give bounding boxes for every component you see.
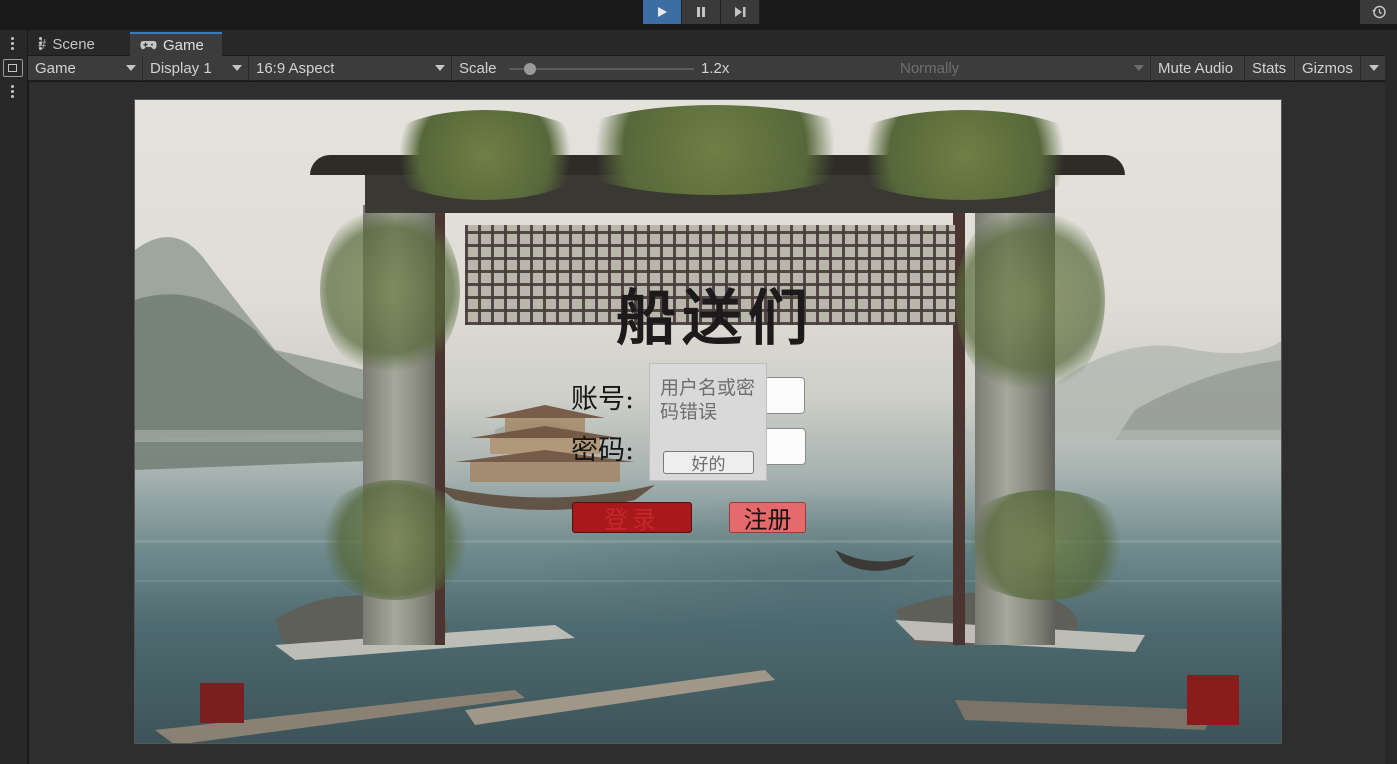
gamepad-icon <box>140 40 157 49</box>
dialog-ok-button[interactable]: 好的 <box>663 451 754 475</box>
tab-scene-label: Scene <box>52 35 95 53</box>
panel-menu-icon[interactable] <box>3 34 21 52</box>
step-button[interactable] <box>721 0 760 24</box>
chevron-down-icon <box>1369 65 1379 71</box>
password-label: 密码: <box>571 435 635 466</box>
gizmos-label: Gizmos <box>1302 60 1353 77</box>
history-button[interactable] <box>1360 0 1397 24</box>
game-view-dropdown[interactable]: Game <box>28 56 143 81</box>
scale-label: Scale <box>459 60 497 77</box>
foliage <box>555 105 875 195</box>
tab-game-label: Game <box>163 36 204 54</box>
tab-menu-icon[interactable] <box>31 34 49 52</box>
right-gutter <box>1385 30 1397 764</box>
scale-slider-handle[interactable] <box>524 63 536 75</box>
chevron-down-icon <box>126 65 136 71</box>
aspect-dropdown-label: 16:9 Aspect <box>256 60 335 77</box>
chevron-down-icon <box>232 65 242 71</box>
toolbar-menu-icon[interactable] <box>3 82 21 100</box>
maximize-icon[interactable] <box>3 59 23 77</box>
play-mode-dropdown[interactable]: Normally <box>893 56 1151 81</box>
boat-right <box>835 550 915 571</box>
error-dialog: 用户名或密码错误 好的 <box>649 363 767 481</box>
history-icon <box>1371 5 1386 19</box>
register-button[interactable]: 注册 <box>729 502 806 534</box>
left-toolbar-strip <box>0 30 28 764</box>
play-mode-dropdown-label: Normally <box>900 60 960 77</box>
error-dialog-message: 用户名或密码错误 <box>660 377 756 423</box>
pause-button[interactable] <box>682 0 721 24</box>
gizmos-toggle[interactable]: Gizmos <box>1295 56 1361 81</box>
tab-bar: # Scene Game <box>28 30 1385 56</box>
login-button[interactable]: 登录 <box>572 502 692 534</box>
stats-label: Stats <box>1252 60 1287 77</box>
top-play-bar <box>0 0 1397 30</box>
game-view-dropdown-label: Game <box>35 60 76 77</box>
chevron-down-icon <box>435 65 445 71</box>
play-controls <box>643 0 760 24</box>
display-dropdown-label: Display 1 <box>150 60 212 77</box>
chevron-down-icon <box>1134 65 1144 71</box>
aspect-dropdown[interactable]: 16:9 Aspect <box>249 56 452 81</box>
step-icon <box>734 7 745 17</box>
foliage <box>955 490 1135 600</box>
foliage <box>955 200 1105 400</box>
stats-toggle[interactable]: Stats <box>1245 56 1295 81</box>
game-title: 船送们 <box>616 284 814 354</box>
foliage <box>315 480 475 600</box>
mute-audio-toggle[interactable]: Mute Audio <box>1151 56 1245 81</box>
account-label: 账号: <box>571 384 635 415</box>
foliage <box>320 200 460 380</box>
display-dropdown[interactable]: Display 1 <box>143 56 249 81</box>
play-icon <box>658 7 667 17</box>
scale-value: 1.2x <box>701 60 730 77</box>
tab-game[interactable]: Game <box>130 32 222 56</box>
pause-icon <box>697 7 705 17</box>
foliage <box>835 110 1095 200</box>
gizmos-dropdown[interactable] <box>1361 56 1385 81</box>
game-view-toolbar: Game Display 1 16:9 Aspect Scale 1.2x No… <box>28 56 1385 81</box>
scale-slider-track[interactable] <box>509 68 694 70</box>
play-button[interactable] <box>643 0 682 24</box>
mute-audio-label: Mute Audio <box>1158 60 1234 77</box>
